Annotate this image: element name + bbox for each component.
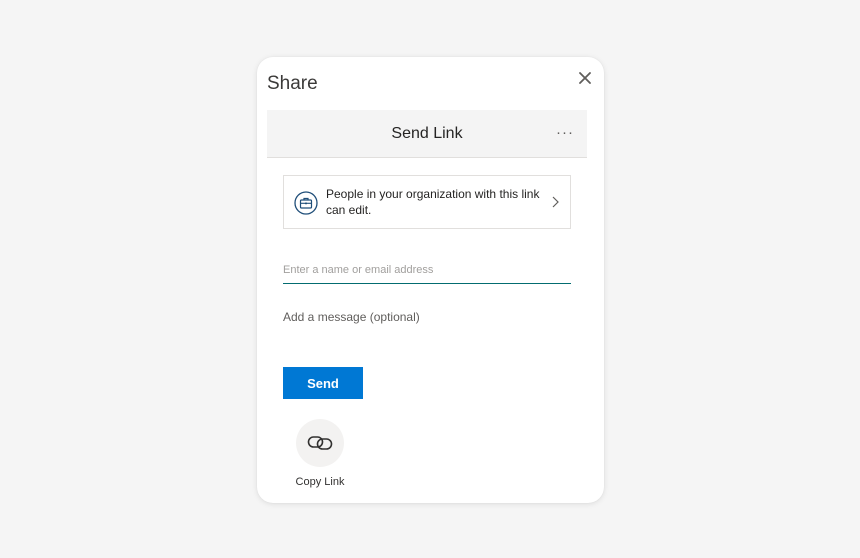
share-dialog: Share Send Link ··· People in your organ… — [257, 57, 604, 503]
briefcase-icon — [294, 191, 318, 215]
copy-link-label: Copy Link — [295, 476, 345, 488]
link-permission-settings[interactable]: People in your organization with this li… — [283, 175, 571, 229]
send-button[interactable]: Send — [283, 367, 363, 399]
header-title: Send Link — [391, 125, 463, 142]
more-icon: ··· — [556, 123, 574, 141]
chevron-right-icon — [552, 196, 559, 208]
close-icon — [579, 72, 591, 84]
dialog-title: Share — [267, 73, 318, 94]
message-input[interactable] — [283, 307, 571, 327]
send-link-header: Send Link ··· — [267, 110, 587, 158]
copy-link-circle[interactable] — [296, 419, 344, 467]
close-button[interactable] — [576, 69, 594, 87]
more-options-button[interactable]: ··· — [555, 121, 575, 143]
recipient-input[interactable] — [283, 257, 571, 284]
copy-link-button[interactable]: Copy Link — [285, 419, 355, 491]
permission-description: People in your organization with this li… — [326, 187, 540, 217]
link-icon — [307, 436, 333, 450]
